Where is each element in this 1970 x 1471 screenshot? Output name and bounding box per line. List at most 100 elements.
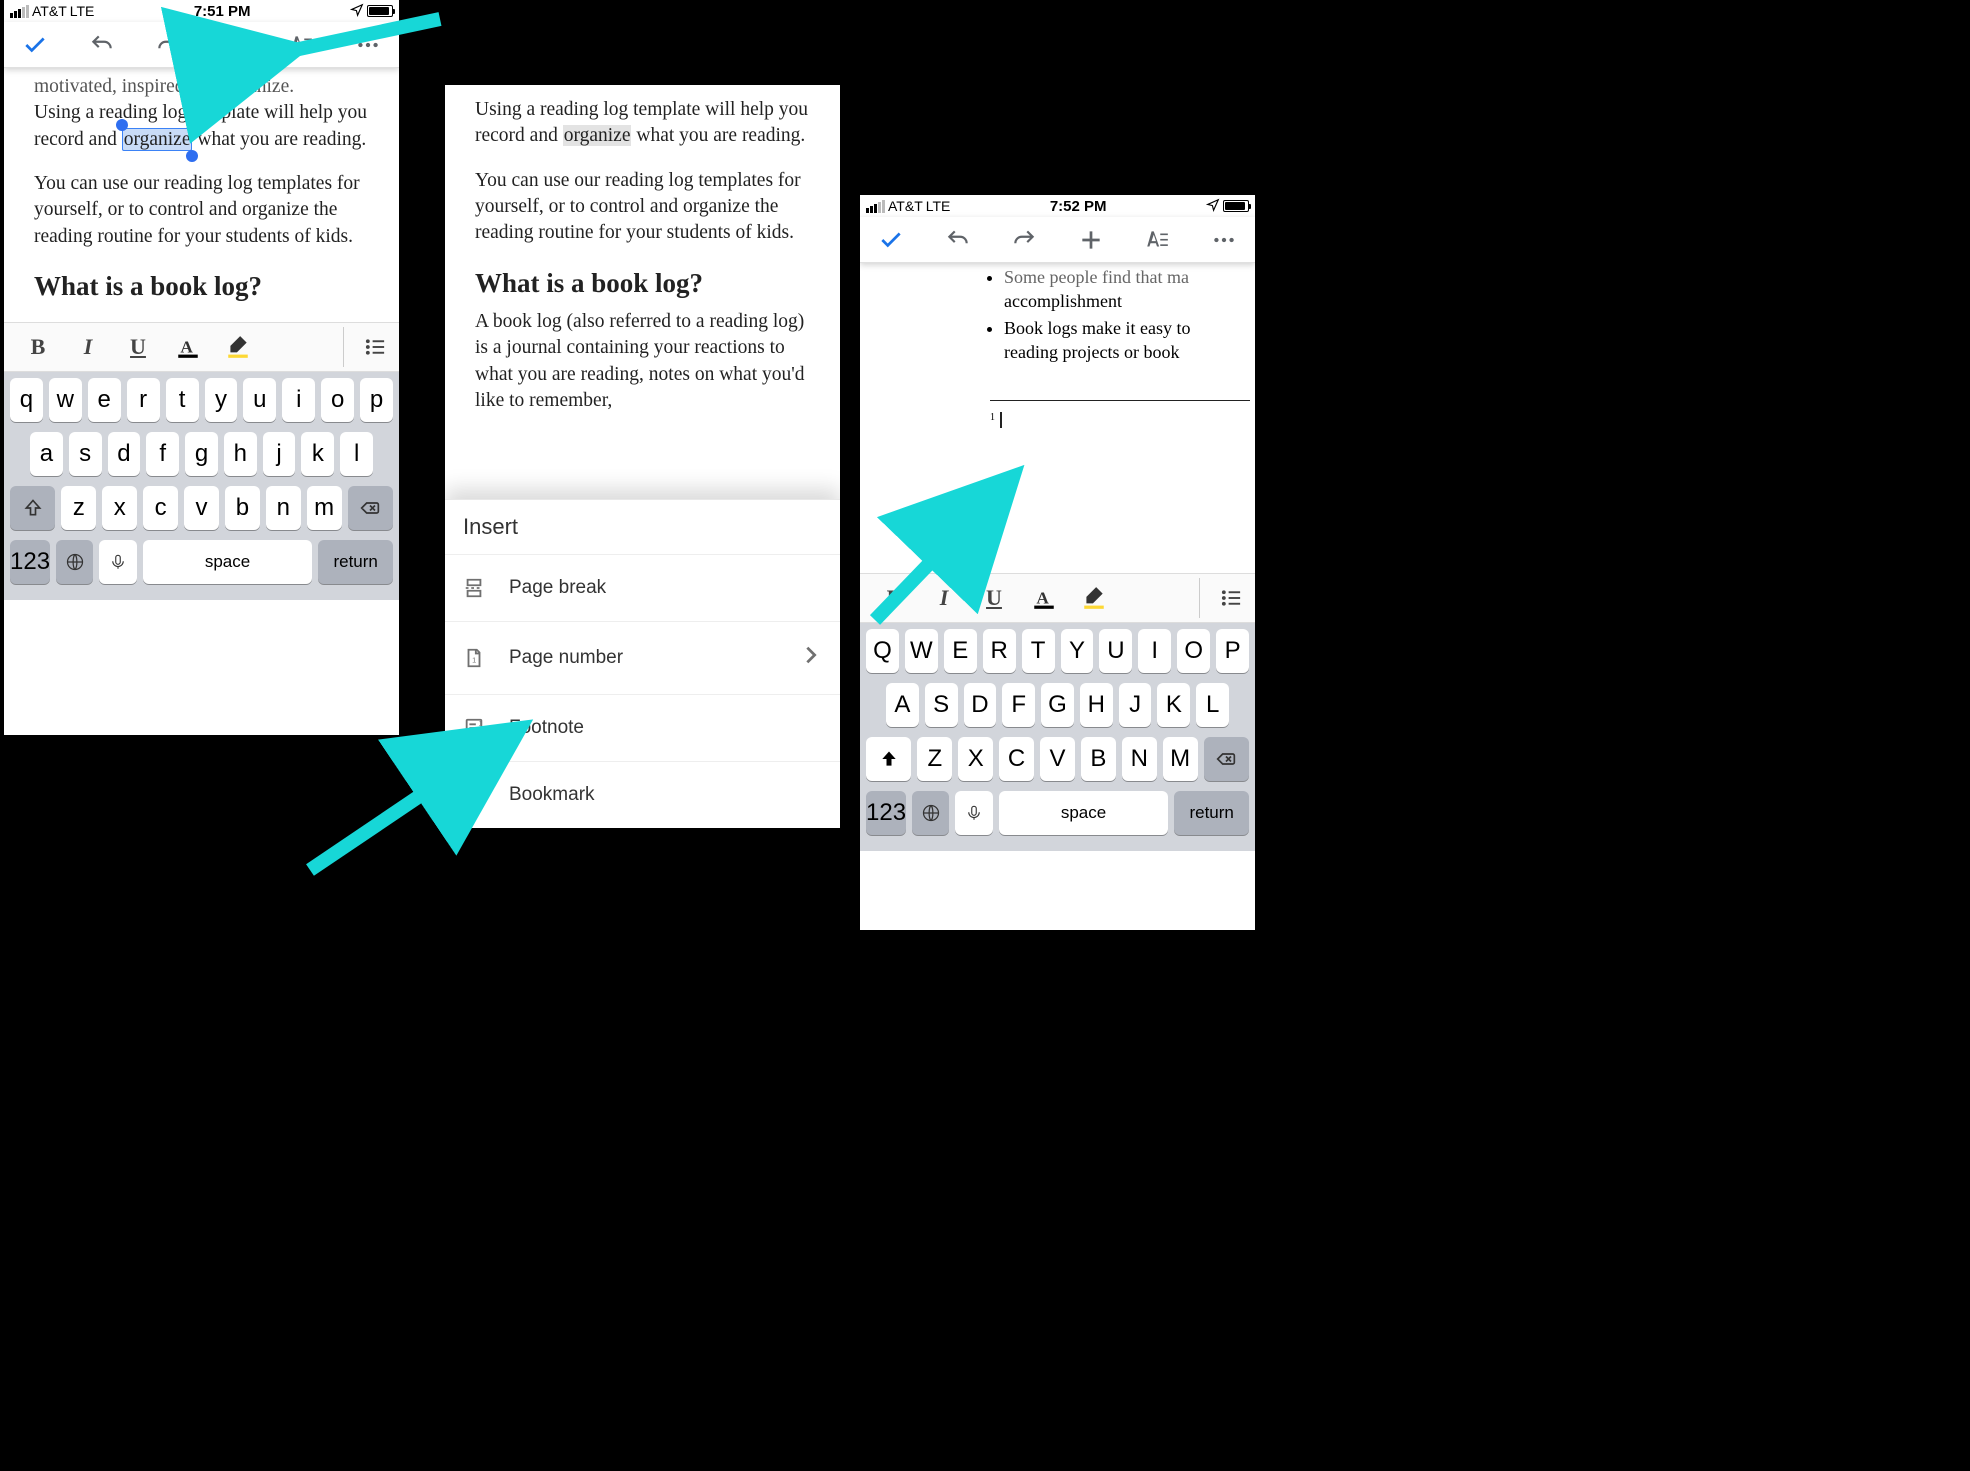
done-button[interactable]: [874, 223, 908, 257]
key-g[interactable]: g: [185, 432, 218, 476]
menu-item-page-break[interactable]: Page break: [445, 554, 840, 621]
key-return[interactable]: return: [1174, 791, 1249, 835]
bullet-list-button[interactable]: [1199, 578, 1243, 618]
footnote-area[interactable]: 1: [990, 411, 1243, 430]
key-p[interactable]: p: [360, 378, 393, 422]
key-shift[interactable]: [10, 486, 55, 530]
key-u[interactable]: U: [1099, 629, 1132, 673]
key-e[interactable]: E: [944, 629, 977, 673]
key-l[interactable]: l: [340, 432, 373, 476]
key-e[interactable]: e: [88, 378, 121, 422]
key-n[interactable]: n: [266, 486, 301, 530]
key-123[interactable]: 123: [10, 540, 50, 584]
key-shift[interactable]: [866, 737, 911, 781]
bold-button[interactable]: B: [16, 327, 60, 367]
key-h[interactable]: H: [1080, 683, 1113, 727]
insert-button[interactable]: [1074, 223, 1108, 257]
menu-item-label: Page number: [509, 647, 623, 669]
key-m[interactable]: M: [1163, 737, 1198, 781]
key-s[interactable]: S: [925, 683, 958, 727]
key-k[interactable]: K: [1157, 683, 1190, 727]
key-f[interactable]: F: [1002, 683, 1035, 727]
key-x[interactable]: x: [102, 486, 137, 530]
key-space[interactable]: space: [143, 540, 313, 584]
key-123[interactable]: 123: [866, 791, 906, 835]
key-t[interactable]: T: [1022, 629, 1055, 673]
key-k[interactable]: k: [301, 432, 334, 476]
highlight-button[interactable]: [1072, 578, 1116, 618]
key-n[interactable]: N: [1122, 737, 1157, 781]
more-button[interactable]: [351, 28, 385, 62]
key-return[interactable]: return: [318, 540, 393, 584]
key-space[interactable]: space: [999, 791, 1169, 835]
key-j[interactable]: j: [263, 432, 296, 476]
menu-item-page-number[interactable]: 1 Page number: [445, 621, 840, 694]
key-f[interactable]: f: [146, 432, 179, 476]
key-a[interactable]: A: [886, 683, 919, 727]
document-body[interactable]: Using a reading log template will help y…: [445, 85, 840, 424]
key-o[interactable]: o: [321, 378, 354, 422]
undo-button[interactable]: [85, 28, 119, 62]
text-selection[interactable]: organize: [122, 128, 193, 151]
insert-button[interactable]: [218, 28, 252, 62]
underline-button[interactable]: U: [116, 327, 160, 367]
bold-button[interactable]: B: [872, 578, 916, 618]
key-i[interactable]: i: [282, 378, 315, 422]
text-format-button[interactable]: [1140, 223, 1174, 257]
key-y[interactable]: y: [205, 378, 238, 422]
key-globe[interactable]: [912, 791, 949, 835]
redo-button[interactable]: [1007, 223, 1041, 257]
key-t[interactable]: t: [166, 378, 199, 422]
menu-item-footnote[interactable]: 1 Footnote: [445, 694, 840, 761]
key-q[interactable]: q: [10, 378, 43, 422]
key-w[interactable]: w: [49, 378, 82, 422]
key-y[interactable]: Y: [1061, 629, 1094, 673]
text-format-button[interactable]: [284, 28, 318, 62]
key-p[interactable]: P: [1216, 629, 1249, 673]
key-m[interactable]: m: [307, 486, 342, 530]
key-globe[interactable]: [56, 540, 93, 584]
key-x[interactable]: X: [958, 737, 993, 781]
underline-button[interactable]: U: [972, 578, 1016, 618]
key-mic[interactable]: [99, 540, 136, 584]
key-c[interactable]: C: [999, 737, 1034, 781]
key-w[interactable]: W: [905, 629, 938, 673]
key-z[interactable]: Z: [917, 737, 952, 781]
key-mic[interactable]: [955, 791, 992, 835]
key-u[interactable]: u: [243, 378, 276, 422]
italic-button[interactable]: I: [66, 327, 110, 367]
key-q[interactable]: Q: [866, 629, 899, 673]
key-d[interactable]: d: [108, 432, 141, 476]
key-l[interactable]: L: [1196, 683, 1229, 727]
key-r[interactable]: R: [983, 629, 1016, 673]
key-s[interactable]: s: [69, 432, 102, 476]
bullet-list-button[interactable]: [343, 327, 387, 367]
done-button[interactable]: [18, 28, 52, 62]
text-color-button[interactable]: A: [166, 327, 210, 367]
key-b[interactable]: b: [225, 486, 260, 530]
more-button[interactable]: [1207, 223, 1241, 257]
key-i[interactable]: I: [1138, 629, 1171, 673]
redo-button[interactable]: [151, 28, 185, 62]
highlight-button[interactable]: [216, 327, 260, 367]
key-g[interactable]: G: [1041, 683, 1074, 727]
key-backspace[interactable]: [1204, 737, 1249, 781]
key-d[interactable]: D: [964, 683, 997, 727]
key-o[interactable]: O: [1177, 629, 1210, 673]
undo-button[interactable]: [941, 223, 975, 257]
key-v[interactable]: v: [184, 486, 219, 530]
key-c[interactable]: c: [143, 486, 178, 530]
key-z[interactable]: z: [61, 486, 96, 530]
key-a[interactable]: a: [30, 432, 63, 476]
document-body[interactable]: Some people find that maaccomplishment B…: [860, 263, 1255, 573]
text-color-button[interactable]: A: [1022, 578, 1066, 618]
key-j[interactable]: J: [1119, 683, 1152, 727]
key-r[interactable]: r: [127, 378, 160, 422]
menu-item-bookmark[interactable]: Bookmark: [445, 761, 840, 828]
italic-button[interactable]: I: [922, 578, 966, 618]
document-body[interactable]: motivated, inspired and organize. Using …: [4, 68, 399, 322]
key-h[interactable]: h: [224, 432, 257, 476]
key-b[interactable]: B: [1081, 737, 1116, 781]
key-v[interactable]: V: [1040, 737, 1075, 781]
key-backspace[interactable]: [348, 486, 393, 530]
